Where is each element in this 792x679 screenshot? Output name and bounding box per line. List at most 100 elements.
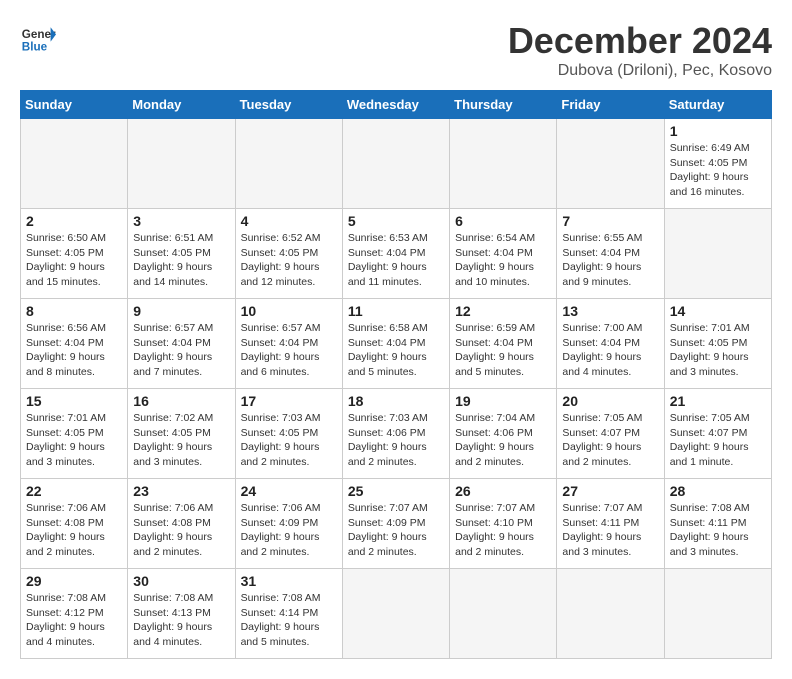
calendar-cell: 21Sunrise: 7:05 AMSunset: 4:07 PMDayligh… [664,389,771,479]
day-number: 8 [26,303,122,319]
day-number: 6 [455,213,551,229]
calendar-cell [342,569,449,659]
calendar-cell [664,569,771,659]
day-info: Sunrise: 7:07 AMSunset: 4:09 PMDaylight:… [348,501,444,560]
calendar-header-saturday: Saturday [664,91,771,119]
calendar-cell: 10 Sunrise: 6:57 AMSunset: 4:04 PMDayligh… [235,299,342,389]
calendar-cell: 24 Sunrise: 7:06 AMSunset: 4:09 PMDayligh… [235,479,342,569]
day-number: 18 [348,393,444,409]
day-info: Sunrise: 6:51 AMSunset: 4:05 PMDaylight:… [133,231,229,290]
calendar-cell: 14 Sunrise: 7:01 AMSunset: 4:05 PMDayligh… [664,299,771,389]
day-number: 26 [455,483,551,499]
calendar-cell: 25 Sunrise: 7:07 AMSunset: 4:09 PMDayligh… [342,479,449,569]
calendar-header-row: SundayMondayTuesdayWednesdayThursdayFrid… [21,91,772,119]
day-info: Sunrise: 7:01 AMSunset: 4:05 PMDaylight:… [670,321,766,380]
page-header: General Blue December 2024 Dubova (Drilo… [20,20,772,80]
day-number: 29 [26,573,122,589]
calendar-header-friday: Friday [557,91,664,119]
calendar-cell: 1 Sunrise: 6:49 AMSunset: 4:05 PMDaylight… [664,119,771,209]
day-number: 12 [455,303,551,319]
calendar-header-thursday: Thursday [450,91,557,119]
day-number: 13 [562,303,658,319]
day-info: Sunrise: 6:57 AMSunset: 4:04 PMDaylight:… [133,321,229,380]
day-number: 16 [133,393,229,409]
day-info: Sunrise: 6:49 AMSunset: 4:05 PMDaylight:… [670,141,766,200]
calendar-header-tuesday: Tuesday [235,91,342,119]
calendar-cell: 17Sunrise: 7:03 AMSunset: 4:05 PMDayligh… [235,389,342,479]
calendar-cell [450,569,557,659]
day-number: 24 [241,483,337,499]
title-block: December 2024 Dubova (Driloni), Pec, Kos… [508,20,772,80]
calendar-header-sunday: Sunday [21,91,128,119]
calendar-week-2: 2 Sunrise: 6:50 AMSunset: 4:05 PMDaylight… [21,209,772,299]
calendar-week-5: 22 Sunrise: 7:06 AMSunset: 4:08 PMDayligh… [21,479,772,569]
calendar-cell: 4Sunrise: 6:52 AMSunset: 4:05 PMDaylight… [235,209,342,299]
day-info: Sunrise: 7:03 AMSunset: 4:05 PMDaylight:… [241,411,337,470]
day-info: Sunrise: 7:06 AMSunset: 4:09 PMDaylight:… [241,501,337,560]
calendar-table: SundayMondayTuesdayWednesdayThursdayFrid… [20,90,772,659]
calendar-cell [235,119,342,209]
day-number: 14 [670,303,766,319]
day-info: Sunrise: 6:57 AMSunset: 4:04 PMDaylight:… [241,321,337,380]
day-info: Sunrise: 7:08 AMSunset: 4:13 PMDaylight:… [133,591,229,650]
day-number: 4 [241,213,337,229]
logo-icon: General Blue [20,20,56,56]
calendar-cell: 2 Sunrise: 6:50 AMSunset: 4:05 PMDaylight… [21,209,128,299]
day-info: Sunrise: 7:03 AMSunset: 4:06 PMDaylight:… [348,411,444,470]
calendar-cell: 6 Sunrise: 6:54 AMSunset: 4:04 PMDaylight… [450,209,557,299]
day-info: Sunrise: 7:04 AMSunset: 4:06 PMDaylight:… [455,411,551,470]
calendar-cell [450,119,557,209]
day-number: 28 [670,483,766,499]
calendar-cell: 12 Sunrise: 6:59 AMSunset: 4:04 PMDayligh… [450,299,557,389]
day-info: Sunrise: 7:07 AMSunset: 4:10 PMDaylight:… [455,501,551,560]
calendar-cell: 29 Sunrise: 7:08 AMSunset: 4:12 PMDayligh… [21,569,128,659]
calendar-week-6: 29 Sunrise: 7:08 AMSunset: 4:12 PMDayligh… [21,569,772,659]
day-info: Sunrise: 6:59 AMSunset: 4:04 PMDaylight:… [455,321,551,380]
day-info: Sunrise: 6:54 AMSunset: 4:04 PMDaylight:… [455,231,551,290]
calendar-cell: 18 Sunrise: 7:03 AMSunset: 4:06 PMDayligh… [342,389,449,479]
calendar-cell: 5Sunrise: 6:53 AMSunset: 4:04 PMDaylight… [342,209,449,299]
day-info: Sunrise: 7:06 AMSunset: 4:08 PMDaylight:… [133,501,229,560]
calendar-cell [664,209,771,299]
day-number: 1 [670,123,766,139]
calendar-cell: 23Sunrise: 7:06 AMSunset: 4:08 PMDayligh… [128,479,235,569]
day-number: 27 [562,483,658,499]
day-info: Sunrise: 7:00 AMSunset: 4:04 PMDaylight:… [562,321,658,380]
calendar-cell: 9 Sunrise: 6:57 AMSunset: 4:04 PMDaylight… [128,299,235,389]
day-number: 31 [241,573,337,589]
day-number: 10 [241,303,337,319]
calendar-cell: 20Sunrise: 7:05 AMSunset: 4:07 PMDayligh… [557,389,664,479]
calendar-cell [557,119,664,209]
calendar-cell: 22 Sunrise: 7:06 AMSunset: 4:08 PMDayligh… [21,479,128,569]
calendar-cell: 19 Sunrise: 7:04 AMSunset: 4:06 PMDayligh… [450,389,557,479]
calendar-cell [557,569,664,659]
day-info: Sunrise: 7:02 AMSunset: 4:05 PMDaylight:… [133,411,229,470]
day-info: Sunrise: 6:56 AMSunset: 4:04 PMDaylight:… [26,321,122,380]
day-info: Sunrise: 7:01 AMSunset: 4:05 PMDaylight:… [26,411,122,470]
calendar-week-3: 8 Sunrise: 6:56 AMSunset: 4:04 PMDaylight… [21,299,772,389]
calendar-header-wednesday: Wednesday [342,91,449,119]
day-number: 11 [348,303,444,319]
day-number: 22 [26,483,122,499]
day-number: 7 [562,213,658,229]
calendar-cell: 26 Sunrise: 7:07 AMSunset: 4:10 PMDayligh… [450,479,557,569]
calendar-cell [128,119,235,209]
location-title: Dubova (Driloni), Pec, Kosovo [508,62,772,80]
calendar-week-4: 15Sunrise: 7:01 AMSunset: 4:05 PMDayligh… [21,389,772,479]
day-info: Sunrise: 6:53 AMSunset: 4:04 PMDaylight:… [348,231,444,290]
day-number: 19 [455,393,551,409]
day-info: Sunrise: 7:06 AMSunset: 4:08 PMDaylight:… [26,501,122,560]
day-info: Sunrise: 6:58 AMSunset: 4:04 PMDaylight:… [348,321,444,380]
day-info: Sunrise: 6:50 AMSunset: 4:05 PMDaylight:… [26,231,122,290]
calendar-cell: 16 Sunrise: 7:02 AMSunset: 4:05 PMDayligh… [128,389,235,479]
day-info: Sunrise: 6:55 AMSunset: 4:04 PMDaylight:… [562,231,658,290]
calendar-cell: 7 Sunrise: 6:55 AMSunset: 4:04 PMDaylight… [557,209,664,299]
day-info: Sunrise: 7:08 AMSunset: 4:12 PMDaylight:… [26,591,122,650]
calendar-cell: 30Sunrise: 7:08 AMSunset: 4:13 PMDayligh… [128,569,235,659]
calendar-cell: 15Sunrise: 7:01 AMSunset: 4:05 PMDayligh… [21,389,128,479]
day-number: 9 [133,303,229,319]
calendar-week-1: 1 Sunrise: 6:49 AMSunset: 4:05 PMDaylight… [21,119,772,209]
day-number: 25 [348,483,444,499]
day-number: 2 [26,213,122,229]
logo: General Blue [20,20,58,56]
